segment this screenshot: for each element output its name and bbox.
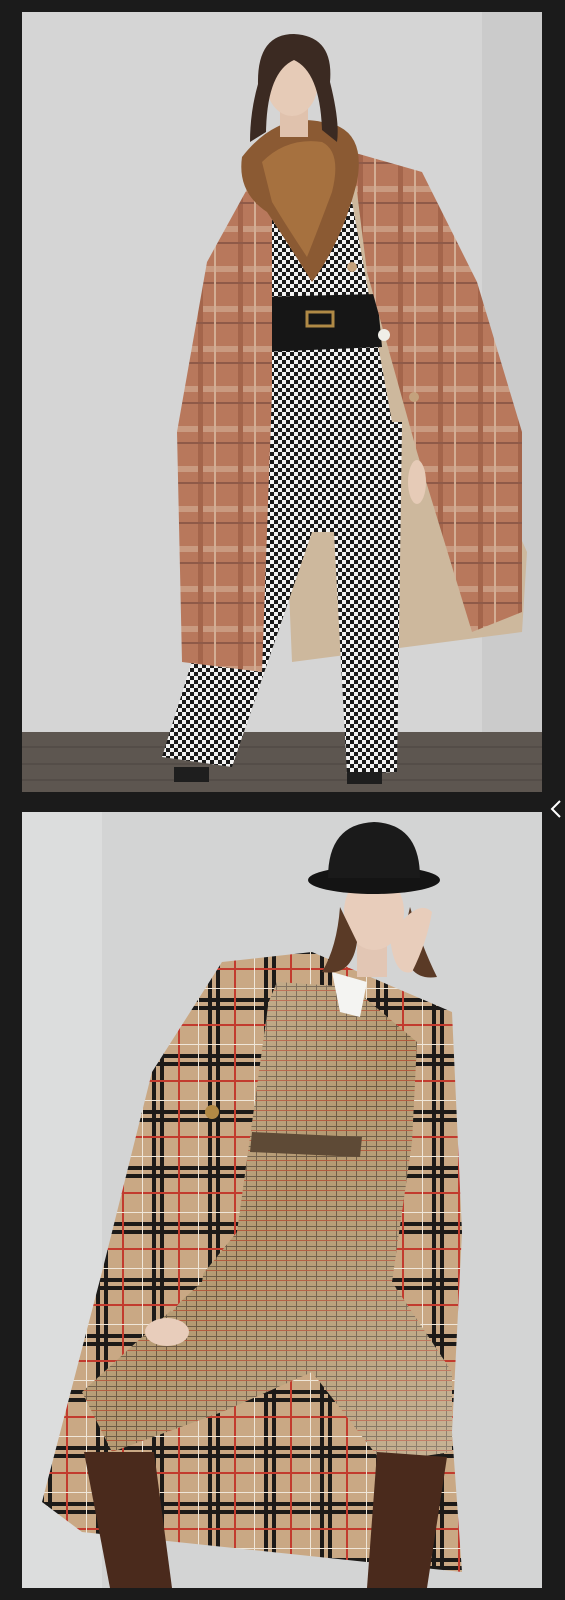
gallery-photo-2	[22, 812, 542, 1588]
photo-check-coat-bowler-hat	[22, 812, 542, 1588]
gallery-photo-1	[22, 12, 542, 792]
chevron-left-icon	[550, 800, 561, 818]
photo-plaid-coat-houndstooth	[22, 12, 542, 792]
previous-image-button[interactable]	[549, 797, 563, 821]
